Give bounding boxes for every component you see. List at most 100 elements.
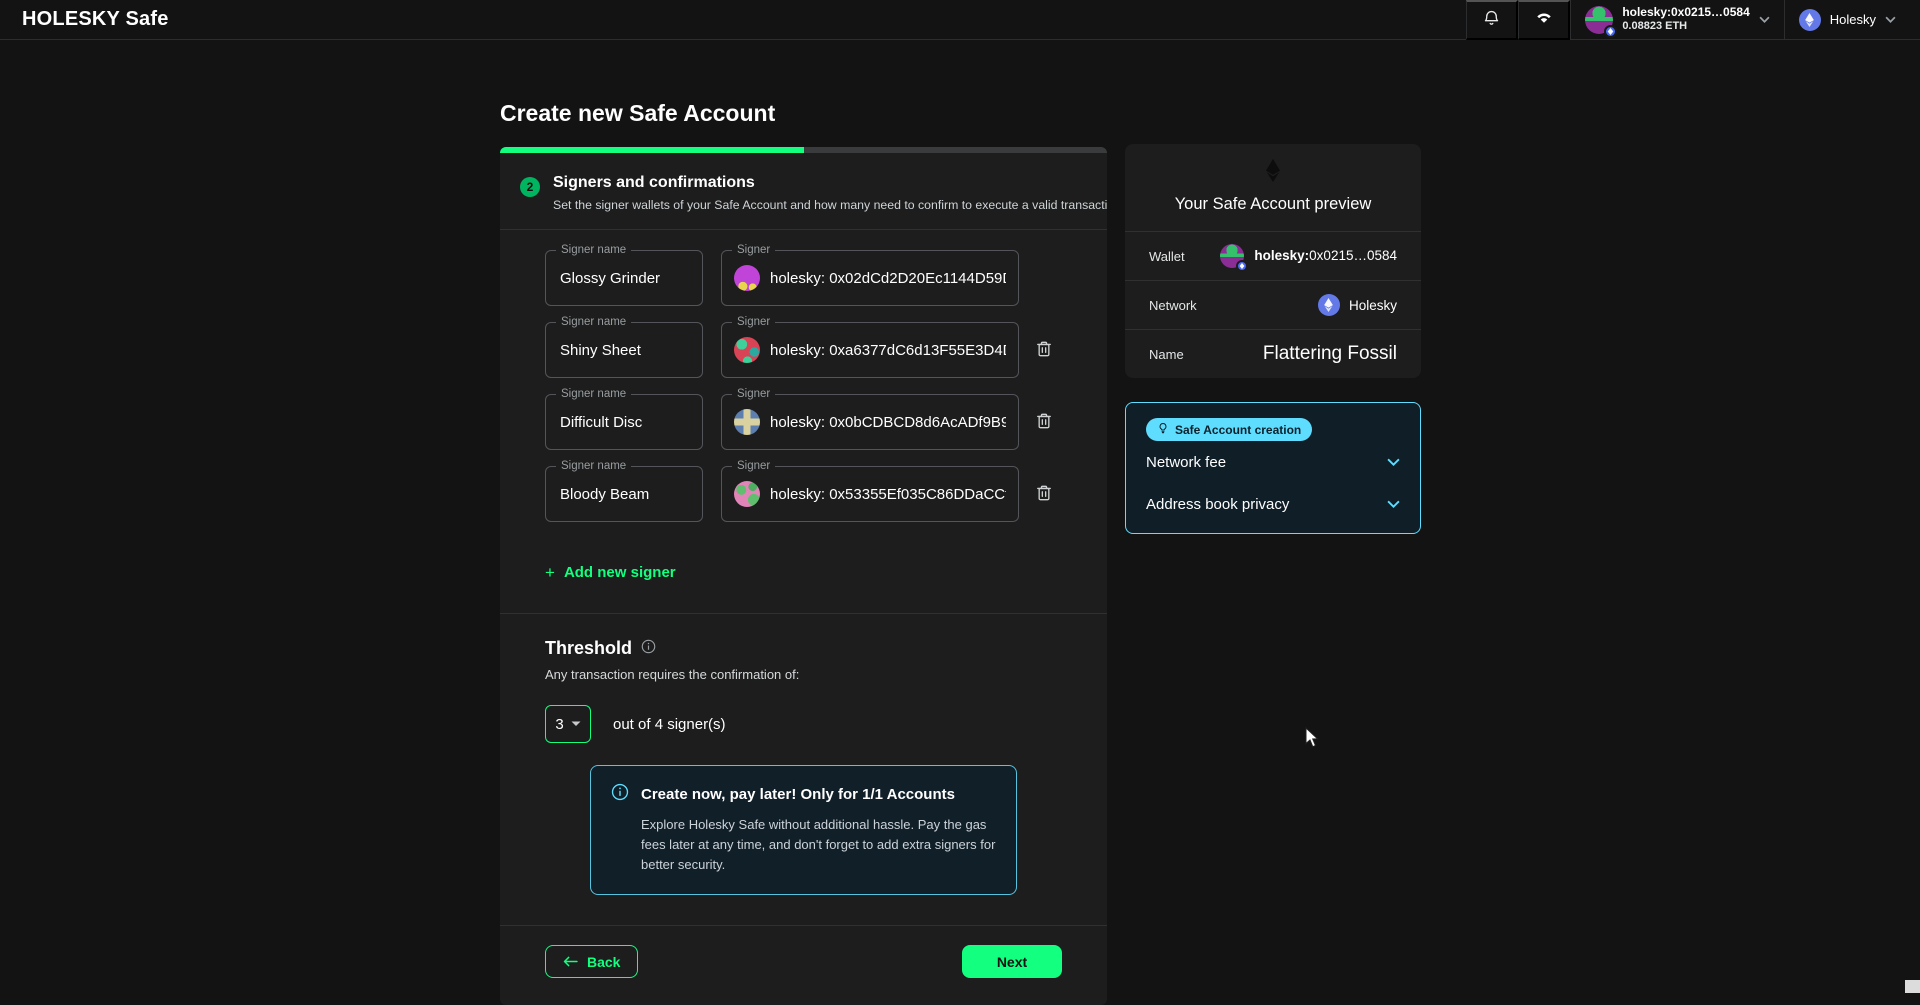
trash-icon bbox=[1034, 339, 1054, 362]
signer-address-field-3[interactable]: Signer holesky: 0x0bCDBCD8d6AcADf9B9b… bbox=[721, 394, 1019, 450]
signer-row: Signer name Signer holesky: 0xa6377dC6d1… bbox=[545, 322, 1063, 378]
wallet-balance: 0.08823 ETH bbox=[1622, 20, 1749, 34]
trash-icon bbox=[1034, 411, 1054, 434]
signer-row: Signer name Signer holesky: 0x02dCd2D20E… bbox=[545, 250, 1063, 306]
preview-network-value: Holesky bbox=[1349, 298, 1397, 313]
signer-row: Signer name Signer holesky: 0x53355Ef035… bbox=[545, 466, 1063, 522]
create-safe-flow: Create new Safe Account 2 Signers and co… bbox=[500, 100, 1107, 1005]
signer-label: Signer bbox=[732, 315, 775, 330]
holesky-network-icon bbox=[1799, 9, 1821, 31]
back-label: Back bbox=[587, 954, 620, 970]
signer-address: holesky: 0x0bCDBCD8d6AcADf9B9b… bbox=[770, 414, 1006, 431]
preview-wallet-address: 0x0215…0584 bbox=[1309, 248, 1397, 263]
signer-label: Signer bbox=[732, 459, 775, 474]
add-new-signer-label: Add new signer bbox=[564, 564, 676, 581]
wallet-info: holesky:0x0215…0584 0.08823 ETH bbox=[1622, 5, 1749, 34]
notifications-button[interactable] bbox=[1466, 0, 1518, 40]
preview-name-label: Name bbox=[1149, 347, 1184, 362]
app-brand: HOLESKY Safe bbox=[0, 8, 169, 31]
preview-network-row: Network Holesky bbox=[1125, 280, 1421, 329]
signer-identicon bbox=[734, 265, 760, 291]
wallet-ens: holesky: bbox=[1622, 5, 1671, 19]
mouse-cursor-icon bbox=[1305, 727, 1319, 753]
signer-name-input-1[interactable] bbox=[546, 251, 702, 305]
safe-creation-widget: Safe Account creation Network fee Addres… bbox=[1125, 402, 1421, 534]
signer-name-field-4: Signer name bbox=[545, 466, 703, 522]
back-button[interactable]: Back bbox=[545, 945, 638, 978]
info-icon bbox=[611, 783, 629, 806]
signer-name-field-2: Signer name bbox=[545, 322, 703, 378]
signer-name-label: Signer name bbox=[556, 243, 631, 258]
preview-wallet-label: Wallet bbox=[1149, 249, 1185, 264]
signer-address-field-4[interactable]: Signer holesky: 0x53355Ef035C86DDaCCff… bbox=[721, 466, 1019, 522]
signer-name-input-4[interactable] bbox=[546, 467, 702, 521]
signer-name-label: Signer name bbox=[556, 315, 631, 330]
signer-address: holesky: 0x02dCd2D20Ec1144D59D3… bbox=[770, 270, 1006, 287]
threshold-suffix: out of 4 signer(s) bbox=[613, 716, 726, 733]
page-title: Create new Safe Account bbox=[500, 100, 1107, 127]
signer-identicon bbox=[734, 409, 760, 435]
chevron-down-icon bbox=[1387, 458, 1400, 466]
scrollbar-corner bbox=[1905, 980, 1920, 993]
network-fee-label: Network fee bbox=[1146, 454, 1226, 471]
preview-title: Your Safe Account preview bbox=[1141, 195, 1405, 214]
signer-label: Signer bbox=[732, 387, 775, 402]
preview-wallet-row: Wallet holesky:0x0215…0584 bbox=[1125, 231, 1421, 280]
signer-address: holesky: 0x53355Ef035C86DDaCCff… bbox=[770, 486, 1006, 503]
trash-icon bbox=[1034, 483, 1054, 506]
wallet-address: 0x0215…0584 bbox=[1671, 5, 1750, 19]
remove-signer-button-3[interactable] bbox=[1032, 409, 1056, 436]
form-actions: Back Next bbox=[500, 926, 1107, 1005]
bell-icon bbox=[1482, 9, 1501, 31]
plus-icon: + bbox=[545, 564, 555, 581]
safe-creation-badge-label: Safe Account creation bbox=[1175, 423, 1301, 437]
signers-card: 2 Signers and confirmations Set the sign… bbox=[500, 147, 1107, 1005]
threshold-description: Any transaction requires the confirmatio… bbox=[545, 667, 1062, 682]
alert-title: Create now, pay later! Only for 1/1 Acco… bbox=[641, 786, 955, 803]
threshold-title: Threshold bbox=[545, 638, 632, 659]
signer-identicon bbox=[734, 337, 760, 363]
connected-wallet-chip[interactable]: holesky:0x0215…0584 0.08823 ETH bbox=[1570, 0, 1783, 40]
add-new-signer-button[interactable]: + Add new signer bbox=[545, 564, 676, 581]
signers-list: Signer name Signer holesky: 0x02dCd2D20E… bbox=[500, 230, 1107, 522]
address-book-privacy-accordion[interactable]: Address book privacy bbox=[1146, 483, 1400, 525]
arrow-left-icon bbox=[563, 954, 578, 970]
walletconnect-button[interactable] bbox=[1518, 0, 1570, 40]
chevron-down-icon bbox=[1387, 500, 1400, 508]
step-header: 2 Signers and confirmations Set the sign… bbox=[500, 153, 1107, 229]
step-subtitle: Set the signer wallets of your Safe Acco… bbox=[553, 198, 1107, 212]
eth-diamond-icon bbox=[1266, 169, 1280, 186]
wallet-avatar bbox=[1585, 6, 1613, 34]
lightbulb-icon bbox=[1157, 422, 1169, 437]
alert-body: Explore Holesky Safe without additional … bbox=[641, 815, 996, 875]
address-book-privacy-label: Address book privacy bbox=[1146, 496, 1289, 513]
wallet-provider-badge-icon bbox=[1236, 260, 1248, 272]
signer-name-input-3[interactable] bbox=[546, 395, 702, 449]
signer-name-label: Signer name bbox=[556, 387, 631, 402]
signer-address: holesky: 0xa6377dC6d13F55E3D4DB… bbox=[770, 342, 1006, 359]
next-button[interactable]: Next bbox=[962, 945, 1062, 978]
network-selector[interactable]: Holesky bbox=[1784, 0, 1920, 40]
signer-name-field-3: Signer name bbox=[545, 394, 703, 450]
network-fee-accordion[interactable]: Network fee bbox=[1146, 441, 1400, 483]
remove-signer-button-4[interactable] bbox=[1032, 481, 1056, 508]
threshold-select[interactable]: 3 bbox=[545, 705, 591, 743]
signer-name-label: Signer name bbox=[556, 459, 631, 474]
caret-down-icon bbox=[571, 721, 581, 727]
remove-signer-button-2[interactable] bbox=[1032, 337, 1056, 364]
chevron-down-icon bbox=[1759, 16, 1770, 23]
signer-label: Signer bbox=[732, 243, 775, 258]
safe-creation-badge: Safe Account creation bbox=[1146, 418, 1312, 441]
header-actions: holesky:0x0215…0584 0.08823 ETH Holesky bbox=[1466, 0, 1920, 40]
preview-network-label: Network bbox=[1149, 298, 1197, 313]
signer-address-field-2[interactable]: Signer holesky: 0xa6377dC6d13F55E3D4DB… bbox=[721, 322, 1019, 378]
step-number-badge: 2 bbox=[520, 177, 540, 197]
preview-wallet-prefix: holesky: bbox=[1254, 248, 1309, 263]
signer-name-input-2[interactable] bbox=[546, 323, 702, 377]
pay-later-alert: Create now, pay later! Only for 1/1 Acco… bbox=[590, 765, 1017, 895]
signer-address-field-1[interactable]: Signer holesky: 0x02dCd2D20Ec1144D59D3… bbox=[721, 250, 1019, 306]
threshold-section: Threshold Any transaction requires the c… bbox=[500, 614, 1107, 895]
app-header: HOLESKY Safe holesky:0x0215…0584 0.08823… bbox=[0, 0, 1920, 40]
holesky-network-icon bbox=[1318, 294, 1340, 316]
preview-name-value: Flattering Fossil bbox=[1263, 343, 1397, 365]
